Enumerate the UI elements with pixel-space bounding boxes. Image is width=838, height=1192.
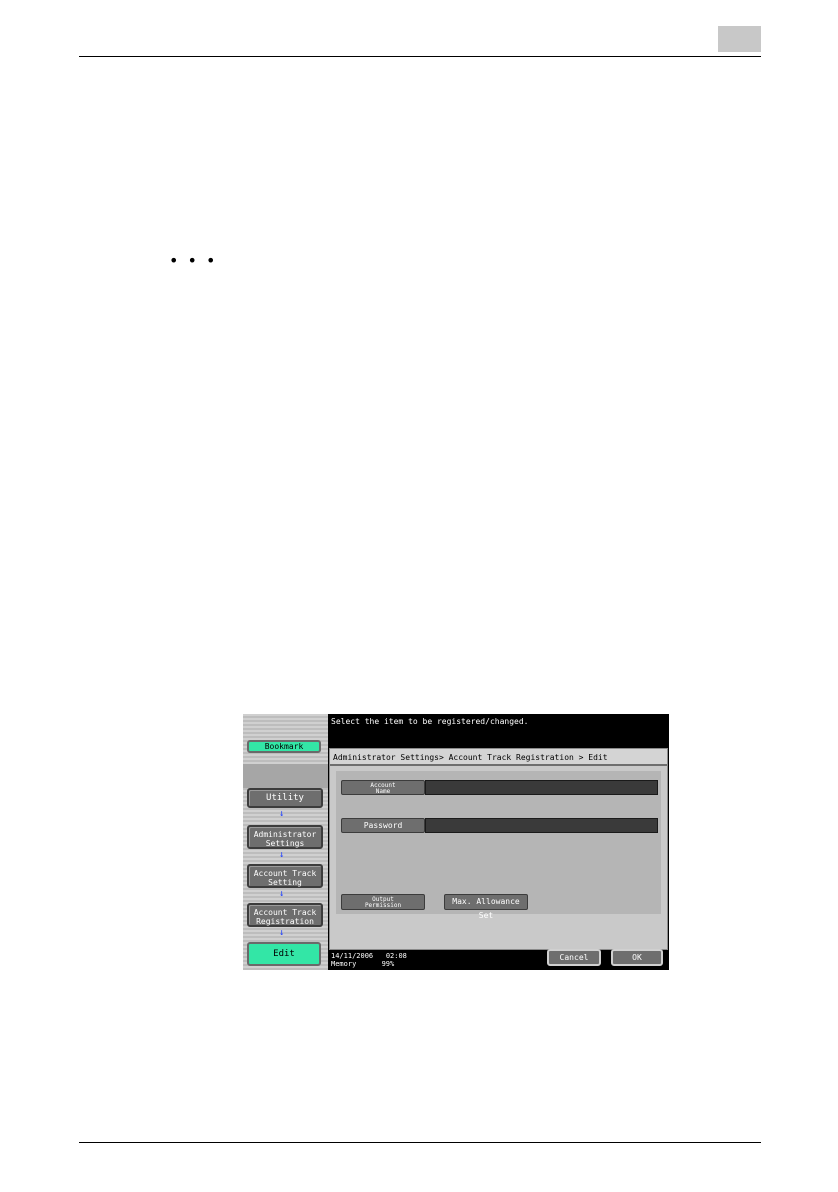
edit-button[interactable]: Edit — [247, 942, 321, 966]
settings-area: Account Name Password Output Permission … — [336, 771, 661, 920]
track-setting-label-line2: Setting — [268, 878, 302, 887]
nav-separator — [243, 764, 328, 788]
cancel-button[interactable]: Cancel — [547, 949, 601, 966]
ellipsis-marker: • • • — [169, 251, 218, 270]
account-name-label-line2: Name — [375, 788, 391, 795]
track-reg-label-line2: Registration — [256, 917, 314, 926]
track-reg-label-line1: Account Track — [253, 908, 317, 917]
admin-label-line2: Settings — [265, 839, 305, 848]
administrator-settings-button[interactable]: Administrator Settings — [247, 825, 323, 849]
account-track-registration-button[interactable]: Account Track Registration — [247, 903, 323, 927]
instruction-message: Select the item to be registered/changed… — [331, 717, 529, 726]
footer-rule — [79, 1142, 761, 1143]
bookmark-button[interactable]: Bookmark — [247, 740, 321, 753]
down-arrow-icon: ↓ — [279, 928, 285, 938]
left-nav-column: Bookmark Utility ↓ Administrator Setting… — [243, 714, 328, 970]
account-name-button[interactable]: Account Name — [341, 780, 425, 795]
status-time: 02:08 — [385, 952, 407, 960]
control-panel-screenshot: Bookmark Utility ↓ Administrator Setting… — [243, 714, 669, 970]
breadcrumb: Administrator Settings> Account Track Re… — [330, 749, 667, 766]
status-date: 14/11/2006 — [331, 952, 374, 960]
password-button[interactable]: Password — [341, 818, 425, 833]
account-name-field[interactable] — [425, 780, 658, 795]
down-arrow-icon: ↓ — [279, 809, 285, 819]
utility-button[interactable]: Utility — [247, 788, 323, 808]
status-readout: 14/11/2006 02:08 Memory 99% — [331, 952, 407, 968]
memory-label: Memory — [331, 960, 357, 968]
account-track-setting-button[interactable]: Account Track Setting — [247, 864, 323, 888]
header-rule — [79, 56, 761, 57]
down-arrow-icon: ↓ — [279, 850, 285, 860]
max-allowance-set-button[interactable]: Max. Allowance Set — [444, 894, 528, 920]
output-permission-label-line2: Permission — [364, 902, 402, 909]
edit-dialog: Administrator Settings> Account Track Re… — [329, 748, 668, 950]
password-field[interactable] — [425, 818, 658, 833]
admin-label-line1: Administrator — [253, 830, 317, 839]
output-permission-button[interactable]: Output Permission — [341, 894, 425, 910]
down-arrow-icon: ↓ — [279, 889, 285, 899]
ok-button[interactable]: OK — [611, 949, 663, 966]
chapter-tab — [718, 26, 761, 52]
track-setting-label-line1: Account Track — [253, 869, 317, 878]
memory-value: 99% — [381, 960, 395, 968]
